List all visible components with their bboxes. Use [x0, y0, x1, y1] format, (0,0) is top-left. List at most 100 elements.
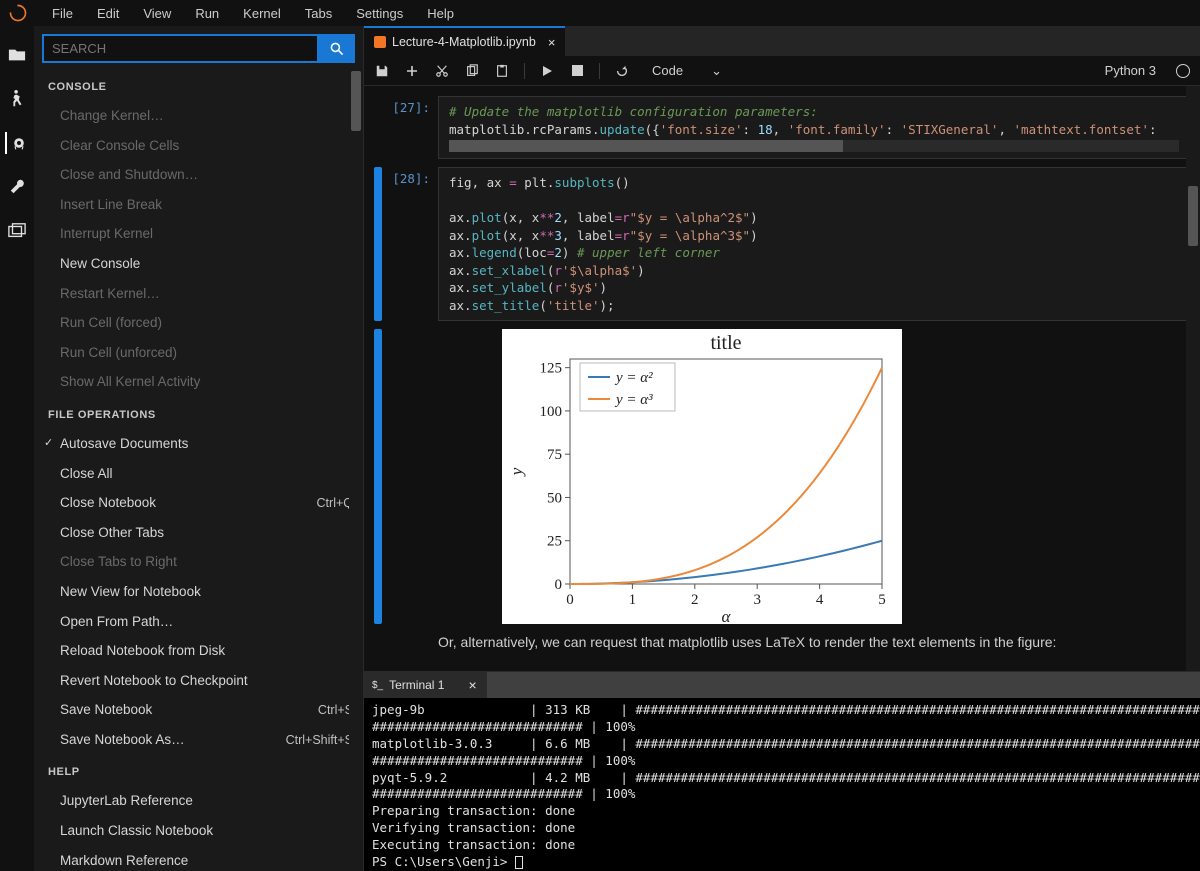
command-label: Show All Kernel Activity [60, 371, 200, 393]
command-label: Autosave Documents [60, 433, 188, 455]
code-input[interactable]: fig, ax = plt.subplots() ax.plot(x, x**2… [438, 167, 1190, 321]
notebook-tab-bar: Lecture-4-Matplotlib.ipynb × [364, 26, 1200, 56]
menu-settings[interactable]: Settings [346, 2, 413, 25]
command-item[interactable]: Close NotebookCtrl+Q [42, 488, 359, 518]
command-item: Show All Kernel Activity [42, 367, 359, 397]
tools-icon[interactable] [6, 176, 28, 198]
command-label: Close Other Tabs [60, 522, 164, 544]
command-item[interactable]: Close Other Tabs [42, 518, 359, 548]
command-item[interactable]: New Console [42, 249, 359, 279]
svg-text:0: 0 [566, 592, 574, 608]
command-item[interactable]: ✓ Autosave Documents [42, 429, 359, 459]
terminal-tab-bar: $_ Terminal 1 × [364, 672, 1200, 698]
command-item[interactable]: Close All [42, 459, 359, 489]
svg-text:4: 4 [816, 592, 824, 608]
tab-title: Lecture-4-Matplotlib.ipynb [392, 35, 536, 49]
command-item[interactable]: Reload Notebook from Disk [42, 636, 359, 666]
sidebar-scrollbar[interactable] [349, 69, 363, 871]
run-icon[interactable] [539, 65, 555, 77]
kernel-indicator-icon[interactable] [1176, 64, 1190, 78]
menu-edit[interactable]: Edit [87, 2, 129, 25]
command-item[interactable]: Revert Notebook to Checkpoint [42, 666, 359, 696]
tab-terminal[interactable]: $_ Terminal 1 × [364, 672, 487, 698]
command-label: Open From Path… [60, 611, 173, 633]
close-icon[interactable]: × [548, 35, 556, 50]
cell-prompt: [28]: [386, 167, 438, 321]
menu-tabs[interactable]: Tabs [295, 2, 342, 25]
menu-bar: FileEditViewRunKernelTabsSettingsHelp [0, 0, 1200, 26]
terminal-pane: $_ Terminal 1 × jpeg-9b | 313 KB | #####… [364, 671, 1200, 871]
tabs-icon[interactable] [6, 220, 28, 242]
tab-notebook[interactable]: Lecture-4-Matplotlib.ipynb × [364, 26, 565, 56]
add-icon[interactable] [404, 65, 420, 77]
command-item[interactable]: JupyterLab Reference [42, 786, 359, 816]
svg-text:y: y [507, 467, 526, 477]
svg-text:2: 2 [691, 592, 699, 608]
markdown-text: Or, alternatively, we can request that m… [438, 634, 1190, 650]
paste-icon[interactable] [494, 64, 510, 78]
command-label: JupyterLab Reference [60, 790, 193, 812]
menu-help[interactable]: Help [417, 2, 464, 25]
command-item: Run Cell (unforced) [42, 338, 359, 368]
close-icon[interactable]: × [468, 677, 476, 693]
search-input[interactable] [42, 34, 319, 63]
svg-text:y = α²: y = α² [614, 370, 653, 386]
cell-28-output: title0255075100125012345αyy = α²y = α³ [374, 329, 1190, 624]
notebook-area[interactable]: [27]: # Update the matplotlib configurat… [364, 86, 1200, 671]
cell-type-label: Code [652, 63, 683, 78]
terminal-output[interactable]: jpeg-9b | 313 KB | #####################… [364, 698, 1200, 871]
command-palette: CONSOLEChange Kernel…Clear Console Cells… [34, 26, 364, 871]
command-item[interactable]: Open From Path… [42, 607, 359, 637]
command-item: Restart Kernel… [42, 279, 359, 309]
check-icon: ✓ [44, 435, 53, 453]
svg-text:title: title [710, 332, 741, 354]
running-icon[interactable] [6, 88, 28, 110]
commands-icon[interactable] [5, 132, 27, 154]
svg-text:25: 25 [547, 534, 562, 550]
copy-icon[interactable] [464, 64, 480, 78]
folder-icon[interactable] [6, 44, 28, 66]
command-label: Launch Classic Notebook [60, 820, 213, 842]
cell-28[interactable]: [28]: fig, ax = plt.subplots() ax.plot(x… [374, 167, 1190, 321]
command-item[interactable]: Save Notebook As…Ctrl+Shift+S [42, 725, 359, 755]
code-input[interactable]: # Update the matplotlib configuration pa… [438, 96, 1190, 159]
menu-file[interactable]: File [42, 2, 83, 25]
cell-prompt: [27]: [386, 96, 438, 159]
stop-icon[interactable] [569, 65, 585, 76]
command-item[interactable]: New View for Notebook [42, 577, 359, 607]
command-label: Clear Console Cells [60, 135, 179, 157]
notebook-scrollbar[interactable] [1186, 86, 1200, 671]
command-label: Insert Line Break [60, 194, 162, 216]
shortcut-label: Ctrl+S [318, 700, 353, 720]
horizontal-scrollbar[interactable] [449, 140, 1179, 152]
command-item[interactable]: Save NotebookCtrl+S [42, 695, 359, 725]
menu-view[interactable]: View [133, 2, 181, 25]
section-heading: FILE OPERATIONS [42, 397, 359, 429]
main-content: Lecture-4-Matplotlib.ipynb × Code ⌄ Pyth… [364, 26, 1200, 871]
svg-text:100: 100 [540, 404, 563, 420]
cell-27[interactable]: [27]: # Update the matplotlib configurat… [374, 96, 1190, 159]
plot-output: title0255075100125012345αyy = α²y = α³ [502, 329, 902, 624]
command-label: Reload Notebook from Disk [60, 640, 225, 662]
restart-icon[interactable] [614, 64, 630, 78]
svg-text:3: 3 [753, 592, 761, 608]
cut-icon[interactable] [434, 64, 450, 78]
save-icon[interactable] [374, 64, 390, 78]
command-item[interactable]: Markdown Reference [42, 846, 359, 871]
command-item: Insert Line Break [42, 190, 359, 220]
command-label: Close and Shutdown… [60, 164, 198, 186]
command-item[interactable]: Launch Classic Notebook [42, 816, 359, 846]
command-label: Change Kernel… [60, 105, 164, 127]
shortcut-label: Ctrl+Q [317, 493, 353, 513]
search-button[interactable] [319, 34, 355, 63]
command-label: Restart Kernel… [60, 283, 160, 305]
cell-type-select[interactable]: Code ⌄ [644, 61, 730, 81]
terminal-tab-title: Terminal 1 [389, 678, 444, 692]
command-item: Change Kernel… [42, 101, 359, 131]
menu-kernel[interactable]: Kernel [233, 2, 291, 25]
command-label: Run Cell (forced) [60, 312, 162, 334]
command-label: Interrupt Kernel [60, 223, 153, 245]
command-item: Close Tabs to Right [42, 547, 359, 577]
kernel-name[interactable]: Python 3 [1105, 63, 1156, 78]
menu-run[interactable]: Run [185, 2, 229, 25]
